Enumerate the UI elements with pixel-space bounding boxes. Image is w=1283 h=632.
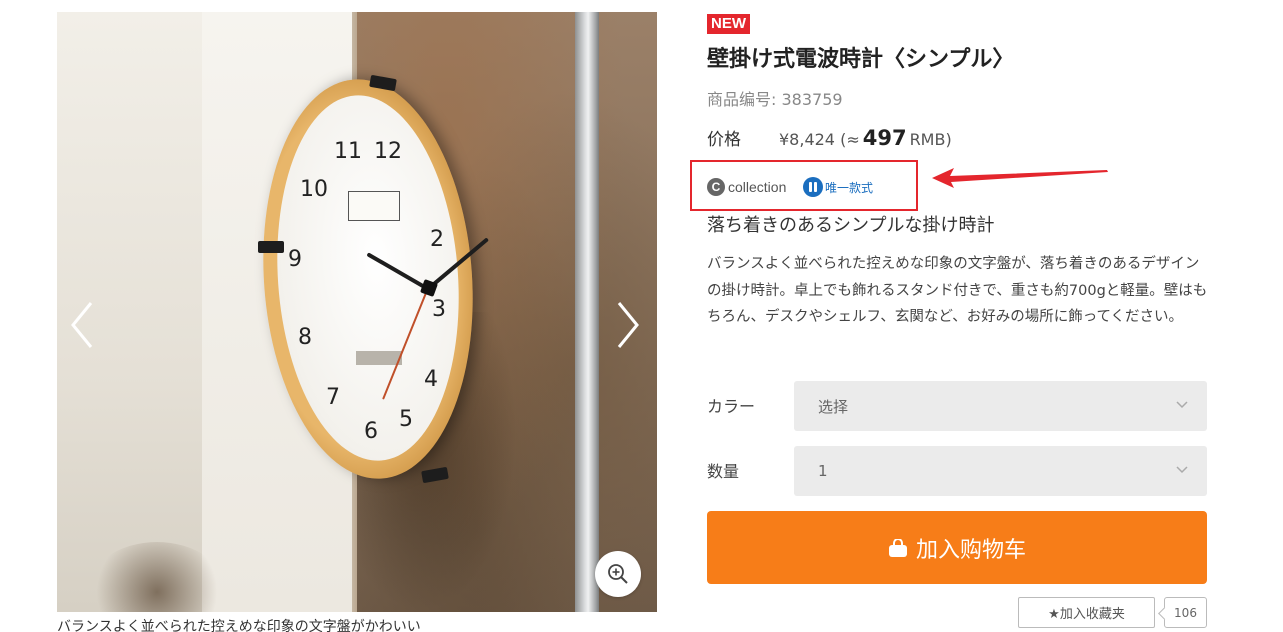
clock-number: 3 bbox=[432, 297, 446, 322]
quantity-select-value: 1 bbox=[818, 462, 828, 480]
color-select[interactable]: 选择 bbox=[794, 381, 1207, 431]
collection-icon: C bbox=[707, 178, 725, 196]
new-badge: NEW bbox=[707, 14, 750, 34]
collection-label: collection bbox=[728, 179, 787, 195]
clock-number: 6 bbox=[364, 419, 378, 444]
gallery-next-button[interactable] bbox=[613, 300, 643, 350]
add-to-favorites-label: ★加入收藏夹 bbox=[1048, 607, 1125, 622]
chevron-left-icon bbox=[71, 302, 93, 348]
clock-number: 11 bbox=[334, 139, 362, 164]
chevron-down-icon bbox=[1176, 466, 1188, 474]
unique-style-icon bbox=[803, 177, 823, 197]
zoom-button[interactable] bbox=[595, 551, 641, 597]
price-rmb: 497 bbox=[862, 126, 907, 150]
price-jpy: ¥8,424 (≈ bbox=[779, 130, 860, 149]
color-label: カラー bbox=[707, 397, 756, 416]
price-unit: RMB) bbox=[909, 130, 952, 149]
unique-style-label: 唯一款式 bbox=[825, 180, 874, 195]
quantity-label: 数量 bbox=[707, 462, 740, 481]
annotation-arrow-icon bbox=[932, 168, 1108, 188]
favorites-count: 106 bbox=[1164, 597, 1207, 628]
clock-number: 12 bbox=[374, 139, 402, 164]
unique-style-tag[interactable]: 唯一款式 bbox=[803, 177, 873, 197]
product-photo-clock: 12 2 3 4 5 6 7 8 9 10 11 bbox=[250, 72, 490, 486]
product-sku: 商品编号: 383759 bbox=[707, 88, 843, 112]
clock-number: 10 bbox=[300, 177, 328, 202]
add-to-cart-label: 加入购物车 bbox=[915, 537, 1026, 563]
product-image-gallery: 12 2 3 4 5 6 7 8 9 10 11 bbox=[57, 12, 657, 612]
add-to-favorites-button[interactable]: ★加入收藏夹 bbox=[1018, 597, 1155, 628]
product-description: バランスよく並べられた控えめな印象の文字盤が、落ち着きのあるデザインの掛け時計。… bbox=[707, 256, 1208, 325]
color-select-value: 选择 bbox=[818, 397, 849, 416]
quantity-select[interactable]: 1 bbox=[794, 446, 1207, 496]
chevron-right-icon bbox=[617, 302, 639, 348]
product-title: 壁掛け式電波時計〈シンプル〉 bbox=[707, 47, 1015, 72]
shopping-bag-icon bbox=[888, 538, 907, 557]
clock-number: 8 bbox=[298, 325, 312, 350]
sku-label: 商品编号: bbox=[707, 90, 777, 109]
chevron-down-icon bbox=[1176, 401, 1188, 409]
zoom-in-icon bbox=[608, 564, 628, 584]
collection-tag[interactable]: C collection bbox=[707, 177, 786, 197]
price-row: 价格 ¥8,424 (≈ 497 RMB) bbox=[707, 125, 952, 155]
sku-value: 383759 bbox=[781, 90, 843, 109]
price-label: 价格 bbox=[707, 130, 741, 150]
add-to-cart-button[interactable]: 加入购物车 bbox=[707, 511, 1207, 584]
image-caption: バランスよく並べられた控えめな印象の文字盤がかわいい bbox=[57, 619, 421, 632]
clock-number: 7 bbox=[326, 385, 340, 410]
clock-number: 5 bbox=[399, 407, 413, 432]
clock-number: 9 bbox=[288, 247, 302, 272]
pipe bbox=[575, 12, 599, 612]
product-subtitle: 落ち着きのあるシンプルな掛け時計 bbox=[707, 215, 995, 236]
gallery-prev-button[interactable] bbox=[67, 300, 97, 350]
clock-number: 2 bbox=[430, 227, 444, 252]
clock-brand-label bbox=[348, 191, 400, 221]
clock-number: 4 bbox=[424, 367, 438, 392]
